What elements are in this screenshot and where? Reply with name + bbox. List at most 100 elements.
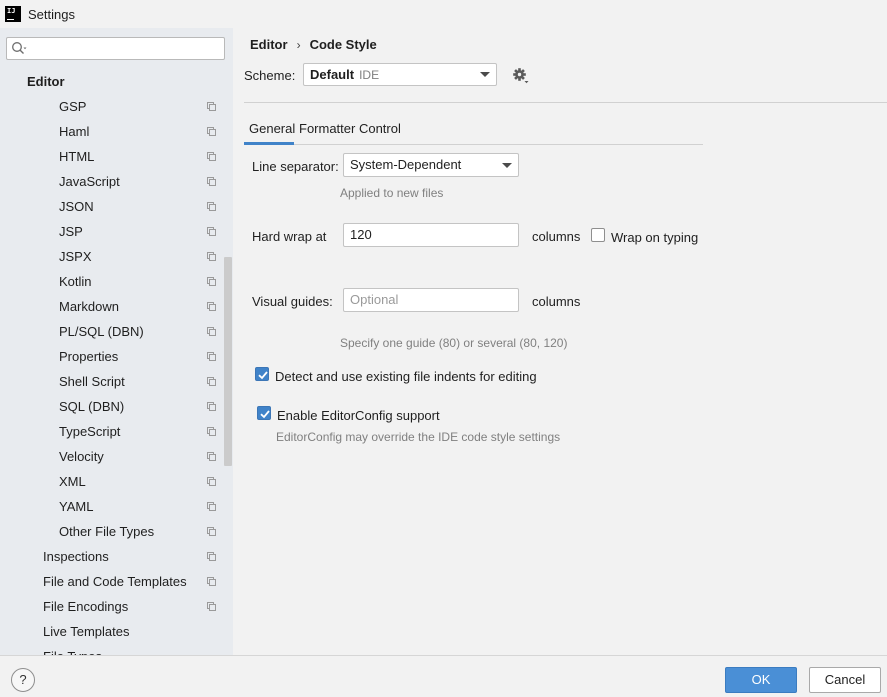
wrap-on-typing-checkbox[interactable]	[591, 228, 605, 242]
breadcrumb-item-code-style: Code Style	[309, 37, 377, 52]
sidebar-item-label: Editor	[27, 74, 65, 89]
wrap-on-typing-label[interactable]: Wrap on typing	[611, 230, 698, 245]
sidebar-item-sql-dbn[interactable]: SQL (DBN)	[0, 394, 233, 419]
sidebar-item-typescript[interactable]: TypeScript	[0, 419, 233, 444]
title-bar: IJ Settings	[0, 0, 887, 28]
sidebar-item-json[interactable]: JSON	[0, 194, 233, 219]
sidebar-item-label: Inspections	[43, 549, 109, 564]
dialog-footer: ? OK Cancel	[0, 655, 887, 697]
sidebar-item-label: Markdown	[59, 299, 119, 314]
line-separator-value: System-Dependent	[350, 157, 462, 172]
sidebar-item-properties[interactable]: Properties	[0, 344, 233, 369]
sidebar-item-javascript[interactable]: JavaScript	[0, 169, 233, 194]
project-scheme-icon	[207, 352, 216, 361]
visual-guides-input[interactable]: Optional	[343, 288, 519, 312]
intellij-logo-icon: IJ	[5, 6, 21, 22]
settings-sidebar: Editor GSP Haml HTML JavaScript JSON JSP JSPX Ko…	[0, 28, 233, 655]
editorconfig-label[interactable]: Enable EditorConfig support	[277, 408, 440, 423]
gear-icon[interactable]	[512, 67, 530, 85]
sidebar-item-live-templates[interactable]: Live Templates	[0, 619, 233, 644]
project-scheme-icon	[207, 302, 216, 311]
editorconfig-hint: EditorConfig may override the IDE code s…	[276, 430, 561, 444]
sidebar-item-label: JSPX	[59, 249, 92, 264]
editorconfig-checkbox[interactable]	[257, 406, 271, 420]
project-scheme-icon	[207, 477, 216, 486]
sidebar-item-shell-script[interactable]: Shell Script	[0, 369, 233, 394]
ok-button[interactable]: OK	[725, 667, 797, 693]
tab-general[interactable]: General	[244, 120, 295, 145]
sidebar-item-label: Haml	[59, 124, 90, 139]
line-separator-label: Line separator:	[252, 159, 339, 174]
sidebar-item-file-encodings[interactable]: File Encodings	[0, 594, 233, 619]
sidebar-item-jspx[interactable]: JSPX	[0, 244, 233, 269]
project-scheme-icon	[207, 602, 216, 611]
settings-search-input[interactable]	[6, 37, 225, 60]
hard-wrap-label: Hard wrap at	[252, 229, 327, 244]
sidebar-item-markdown[interactable]: Markdown	[0, 294, 233, 319]
project-scheme-icon	[207, 252, 216, 261]
sidebar-item-jsp[interactable]: JSP	[0, 219, 233, 244]
sidebar-item-file-and-code-templates[interactable]: File and Code Templates	[0, 569, 233, 594]
sidebar-item-label: File and Code Templates	[43, 574, 187, 589]
sidebar-item-kotlin[interactable]: Kotlin	[0, 269, 233, 294]
tab-formatter-control[interactable]: Formatter Control	[299, 120, 401, 145]
search-icon	[12, 42, 27, 54]
sidebar-item-file-types[interactable]: File Types	[0, 644, 233, 655]
scheme-dropdown[interactable]: Default IDE	[303, 63, 497, 86]
help-button[interactable]: ?	[11, 668, 35, 692]
sidebar-item-label: JSP	[59, 224, 83, 239]
sidebar-item-haml[interactable]: Haml	[0, 119, 233, 144]
sidebar-item-label: GSP	[59, 99, 87, 114]
project-scheme-icon	[207, 177, 216, 186]
sidebar-item-inspections[interactable]: Inspections	[0, 544, 233, 569]
sidebar-item-velocity[interactable]: Velocity	[0, 444, 233, 469]
sidebar-item-label: JavaScript	[59, 174, 120, 189]
project-scheme-icon	[207, 402, 216, 411]
line-separator-dropdown[interactable]: System-Dependent	[343, 153, 519, 177]
sidebar-scrollbar[interactable]	[224, 257, 232, 466]
tab-bar: General Formatter Control	[244, 120, 703, 145]
settings-tree: Editor GSP Haml HTML JavaScript JSON JSP JSPX Ko…	[0, 69, 233, 655]
visual-guides-hint: Specify one guide (80) or several (80, 1…	[340, 336, 568, 350]
hard-wrap-input[interactable]: 120	[343, 223, 519, 247]
sidebar-item-label: XML	[59, 474, 86, 489]
sidebar-item-pl-sql-dbn[interactable]: PL/SQL (DBN)	[0, 319, 233, 344]
project-scheme-icon	[207, 527, 216, 536]
project-scheme-icon	[207, 102, 216, 111]
sidebar-item-label: Kotlin	[59, 274, 92, 289]
sidebar-item-label: JSON	[59, 199, 94, 214]
chevron-down-icon	[480, 72, 490, 77]
visual-guides-label: Visual guides:	[252, 294, 333, 309]
scheme-scope: IDE	[359, 68, 380, 82]
cancel-button[interactable]: Cancel	[809, 667, 881, 693]
detect-indents-label[interactable]: Detect and use existing file indents for…	[275, 369, 537, 384]
detect-indents-checkbox[interactable]	[255, 367, 269, 381]
sidebar-item-label: Properties	[59, 349, 119, 364]
scheme-label: Scheme:	[244, 68, 296, 83]
chevron-down-icon	[502, 163, 512, 168]
project-scheme-icon	[207, 277, 216, 286]
scheme-name: Default	[310, 67, 355, 82]
sidebar-item-xml[interactable]: XML	[0, 469, 233, 494]
project-scheme-icon	[207, 202, 216, 211]
sidebar-item-gsp[interactable]: GSP	[0, 94, 233, 119]
sidebar-item-label: Velocity	[59, 449, 104, 464]
settings-content: Editor › Code Style Scheme: Default IDE	[233, 28, 887, 655]
sidebar-item-other-file-types[interactable]: Other File Types	[0, 519, 233, 544]
project-scheme-icon	[207, 427, 216, 436]
header-divider	[244, 102, 887, 103]
sidebar-item-label: Live Templates	[43, 624, 130, 639]
sidebar-item-label: PL/SQL (DBN)	[59, 324, 144, 339]
breadcrumb-item-editor[interactable]: Editor	[250, 37, 288, 52]
sidebar-item-label: TypeScript	[59, 424, 121, 439]
chevron-right-icon: ›	[296, 37, 301, 52]
line-separator-hint: Applied to new files	[340, 186, 444, 200]
project-scheme-icon	[207, 552, 216, 561]
project-scheme-icon	[207, 452, 216, 461]
sidebar-item-yaml[interactable]: YAML	[0, 494, 233, 519]
sidebar-item-label: YAML	[59, 499, 94, 514]
visual-guides-unit: columns	[532, 294, 581, 309]
project-scheme-icon	[207, 227, 216, 236]
sidebar-item-editor[interactable]: Editor	[0, 69, 233, 94]
sidebar-item-html[interactable]: HTML	[0, 144, 233, 169]
